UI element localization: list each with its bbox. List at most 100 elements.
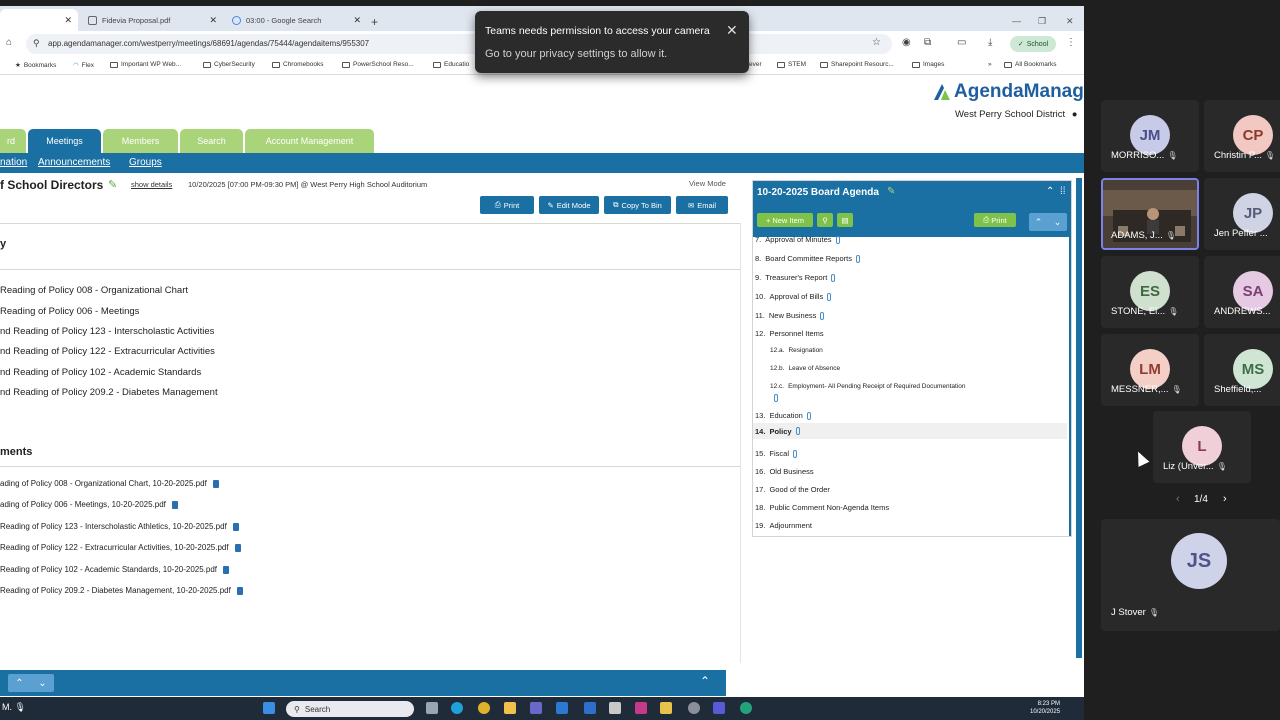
chrome-icon[interactable] <box>478 702 490 714</box>
attachment-link[interactable]: Reading of Policy 122 - Extracurricular … <box>0 543 241 552</box>
agenda-item[interactable]: 7. Approval of Minutes <box>755 235 1069 244</box>
collapse-icon[interactable]: ⌃ <box>1046 186 1054 197</box>
new-item-button[interactable]: + New Item <box>757 213 813 227</box>
agenda-item-selected[interactable]: 14. Policy <box>753 423 1067 439</box>
close-icon[interactable]: ✕ <box>64 15 72 26</box>
tab-agenda-manager[interactable]: ✕ <box>0 9 78 31</box>
agenda-subitem[interactable]: 12.c. Employment- All Pending Receipt of … <box>770 383 1071 390</box>
download-icon[interactable]: ⤓ <box>988 37 992 48</box>
page-scrollbar[interactable] <box>1076 178 1082 658</box>
chevron-right-icon[interactable]: › <box>1223 493 1227 505</box>
camera-permission-toast[interactable]: Teams needs permission to access your ca… <box>475 11 749 73</box>
nav-tab-meetings[interactable]: Meetings <box>28 129 101 153</box>
edit-mode-button[interactable]: ✎ Edit Mode <box>539 196 599 214</box>
item-navigation-arrows[interactable]: ⌃ ⌄ <box>8 674 54 692</box>
agenda-item[interactable]: 18. Public Comment Non-Agenda Items <box>755 503 1069 512</box>
agenda-item[interactable]: 8. Board Committee Reports <box>755 254 1069 263</box>
close-icon[interactable]: ✕ <box>209 15 217 26</box>
self-tile[interactable]: JS J Stover 🎙 <box>1101 519 1280 631</box>
taskbar-clock[interactable]: 8:23 PM 10/20/2025 <box>1030 700 1060 716</box>
participant-tile[interactable]: L Liz (Unver... 🎙 <box>1153 411 1251 483</box>
snipping-tool-icon[interactable] <box>609 702 621 714</box>
menu-kebab-icon[interactable]: ⋮ <box>1066 37 1076 48</box>
close-window-icon[interactable]: ✕ <box>1066 16 1074 27</box>
bookmark-item[interactable]: ★ Bookmarks <box>15 61 56 70</box>
attachment-link[interactable]: ading of Policy 008 - Organizational Cha… <box>0 479 219 488</box>
sublink-groups[interactable]: Groups <box>129 157 162 168</box>
participant-tile-video[interactable]: ADAMS, J... 🎙 <box>1101 178 1199 250</box>
participant-tile[interactable]: MS Sheffield,... <box>1204 334 1280 406</box>
nav-tab-account-management[interactable]: Account Management <box>245 129 374 153</box>
sublink-information[interactable]: nation <box>0 157 27 168</box>
attachment-link[interactable]: Reading of Policy 123 - Interscholastic … <box>0 522 239 531</box>
edge-icon[interactable] <box>451 702 463 714</box>
outlook-icon[interactable] <box>556 702 568 714</box>
nav-tab-search[interactable]: Search <box>180 129 243 153</box>
participant-tile[interactable]: SA ANDREWS... <box>1204 256 1280 328</box>
nav-tab-dashboard[interactable]: rd <box>0 129 26 153</box>
restore-icon[interactable]: ❐ <box>1038 16 1046 27</box>
windows-start-icon[interactable] <box>263 702 275 714</box>
bookmark-item[interactable]: Images <box>912 61 944 68</box>
reorder-arrows[interactable]: ⌃ ⌄ <box>1029 213 1067 231</box>
view-mode-link[interactable]: View Mode <box>689 179 726 188</box>
agenda-item[interactable]: 10. Approval of Bills <box>755 292 1069 301</box>
email-button[interactable]: ✉ Email <box>676 196 728 214</box>
extensions-icon[interactable]: ⧉ <box>924 37 931 48</box>
agenda-item[interactable]: 16. Old Business <box>755 467 1069 476</box>
bookmark-item[interactable]: Chromebooks <box>272 61 323 68</box>
site-info-icon[interactable]: ⚲ <box>33 38 40 49</box>
agenda-scrollbar[interactable] <box>1069 237 1071 536</box>
chevron-left-icon[interactable]: ‹ <box>1176 493 1180 505</box>
teams-classic-icon[interactable] <box>713 702 725 714</box>
attachment-link[interactable]: Reading of Policy 209.2 - Diabetes Manag… <box>0 586 243 595</box>
chevron-down-icon[interactable]: ⌄ <box>38 678 46 689</box>
record-icon[interactable]: ◉ <box>902 37 911 48</box>
bookmark-item[interactable]: All Bookmarks <box>1004 61 1057 68</box>
bookmark-item[interactable]: STEM <box>777 61 806 68</box>
expand-icon[interactable]: ⌃ <box>700 674 710 688</box>
taskbar-search[interactable]: ⚲ Search <box>286 701 414 717</box>
chevron-up-icon[interactable]: ⌃ <box>15 678 23 689</box>
participant-tile[interactable]: CP Christin P... 🎙 <box>1204 100 1280 172</box>
address-bar[interactable]: ⚲ app.agendamanager.com/westperry/meetin… <box>26 34 892 54</box>
agenda-item[interactable]: 11. New Business <box>755 311 1069 320</box>
file-explorer-icon[interactable] <box>504 702 516 714</box>
agenda-item[interactable]: 17. Good of the Order <box>755 485 1069 494</box>
task-view-icon[interactable] <box>426 702 438 714</box>
search-agenda-button[interactable]: ⚲ <box>817 213 833 227</box>
app-icon[interactable] <box>740 702 752 714</box>
show-details-link[interactable]: show details <box>131 180 172 189</box>
bookmark-star-icon[interactable]: ☆ <box>872 37 881 48</box>
agenda-item[interactable]: 9. Treasurer's Report <box>755 273 1069 282</box>
agenda-item[interactable]: 12. Personnel Items <box>755 329 1069 338</box>
print-button[interactable]: ⎙ Print <box>480 196 534 214</box>
tab-fidevia-proposal[interactable]: Fidevia Proposal.pdf ✕ <box>80 9 223 31</box>
agenda-subitem[interactable]: 12.b. Leave of Absence <box>770 365 1071 372</box>
chevron-up-icon[interactable]: ⌃ <box>1035 217 1043 228</box>
bookmark-item[interactable]: ever <box>749 61 762 68</box>
settings-gear-icon[interactable] <box>688 702 700 714</box>
bookmark-item[interactable]: Sharepoint Resourc... <box>820 61 894 68</box>
cast-icon[interactable]: ▭ <box>957 37 966 48</box>
bookmark-item[interactable]: ◠ Flex <box>73 61 94 70</box>
nav-tab-members[interactable]: Members <box>103 129 178 153</box>
agenda-item[interactable]: 19. Adjournment <box>755 521 1069 530</box>
bookmark-item[interactable]: Important WP Web... <box>110 61 181 68</box>
agenda-item[interactable]: 15. Fiscal <box>755 449 1069 458</box>
close-icon[interactable]: ✕ <box>726 22 738 39</box>
participant-tile[interactable]: JM MORRISO... 🎙 <box>1101 100 1199 172</box>
minimize-icon[interactable]: — <box>1012 16 1021 26</box>
sublink-announcements[interactable]: Announcements <box>38 157 110 168</box>
edit-pencil-icon[interactable]: ✎ <box>108 178 117 191</box>
user-icon[interactable]: ● <box>1072 109 1078 120</box>
tab-google-search[interactable]: 03:00 - Google Search ✕ <box>224 9 367 31</box>
chevron-down-icon[interactable]: ⌄ <box>1054 217 1062 228</box>
attachment-link[interactable]: Reading of Policy 102 - Academic Standar… <box>0 565 230 574</box>
home-icon[interactable]: ⌂ <box>6 37 12 48</box>
close-icon[interactable]: ✕ <box>353 15 361 26</box>
onenote-icon[interactable] <box>635 702 647 714</box>
list-view-button[interactable]: ▤ <box>837 213 853 227</box>
sticky-notes-icon[interactable] <box>660 702 672 714</box>
participant-tile[interactable]: ES STONE, El... 🎙 <box>1101 256 1199 328</box>
